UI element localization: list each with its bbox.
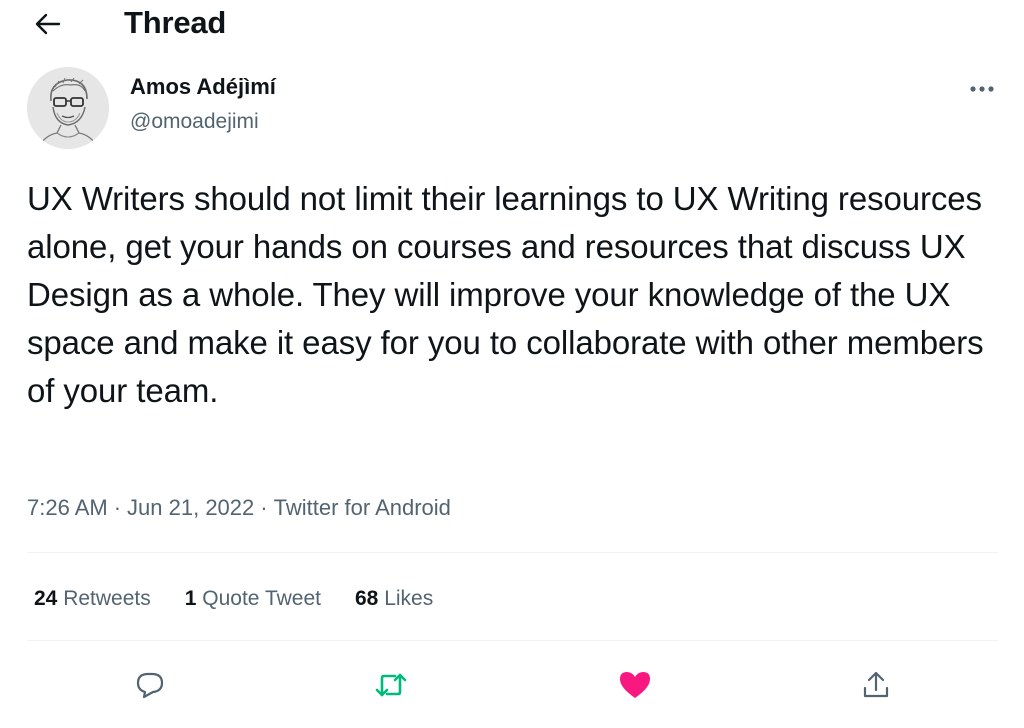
tweet-thread-page: Thread Amos Adéjìmí @omoadejimi UX Write… <box>0 0 1024 728</box>
quote-tweets-stat[interactable]: 1 Quote Tweet <box>185 587 321 611</box>
like-button[interactable] <box>615 667 655 707</box>
tweet-date[interactable]: Jun 21, 2022 <box>127 495 254 520</box>
author-name[interactable]: Amos Adéjìmí <box>130 74 276 100</box>
retweet-button[interactable] <box>371 667 411 707</box>
likes-label: Likes <box>384 587 434 610</box>
avatar[interactable] <box>27 67 109 149</box>
tweet-source[interactable]: Twitter for Android <box>274 495 451 520</box>
arrow-left-icon <box>35 13 61 40</box>
likes-count: 68 <box>354 587 379 610</box>
retweets-stat[interactable]: 24 Retweets <box>34 587 151 611</box>
more-horizontal-icon <box>969 80 995 98</box>
meta-separator: · <box>113 495 122 520</box>
tweet-metadata: 7:26 AM · Jun 21, 2022 · Twitter for Android <box>27 495 451 521</box>
tweet-stats: 24 Retweets 1 Quote Tweet 68 Likes <box>34 587 467 611</box>
meta-separator: · <box>260 495 268 520</box>
reply-icon <box>135 670 165 705</box>
back-button[interactable] <box>30 8 66 44</box>
retweets-label: Retweets <box>63 587 151 610</box>
share-button[interactable] <box>856 667 896 707</box>
quote-tweets-label: Quote Tweet <box>202 587 321 610</box>
more-options-button[interactable] <box>962 74 1002 104</box>
header-bar: Thread <box>0 0 1024 50</box>
likes-stat[interactable]: 68 Likes <box>355 587 433 611</box>
tweet-time[interactable]: 7:26 AM <box>27 495 108 520</box>
reply-button[interactable] <box>130 667 170 707</box>
author-handle[interactable]: @omoadejimi <box>130 110 259 134</box>
share-icon <box>861 670 891 705</box>
divider <box>27 552 998 553</box>
divider <box>27 640 998 641</box>
retweet-icon <box>375 671 407 704</box>
retweets-count: 24 <box>34 587 58 610</box>
quote-tweets-count: 1 <box>184 587 197 610</box>
page-title: Thread <box>124 5 227 40</box>
heart-filled-icon <box>619 670 651 705</box>
tweet-text: UX Writers should not limit their learni… <box>27 180 984 409</box>
